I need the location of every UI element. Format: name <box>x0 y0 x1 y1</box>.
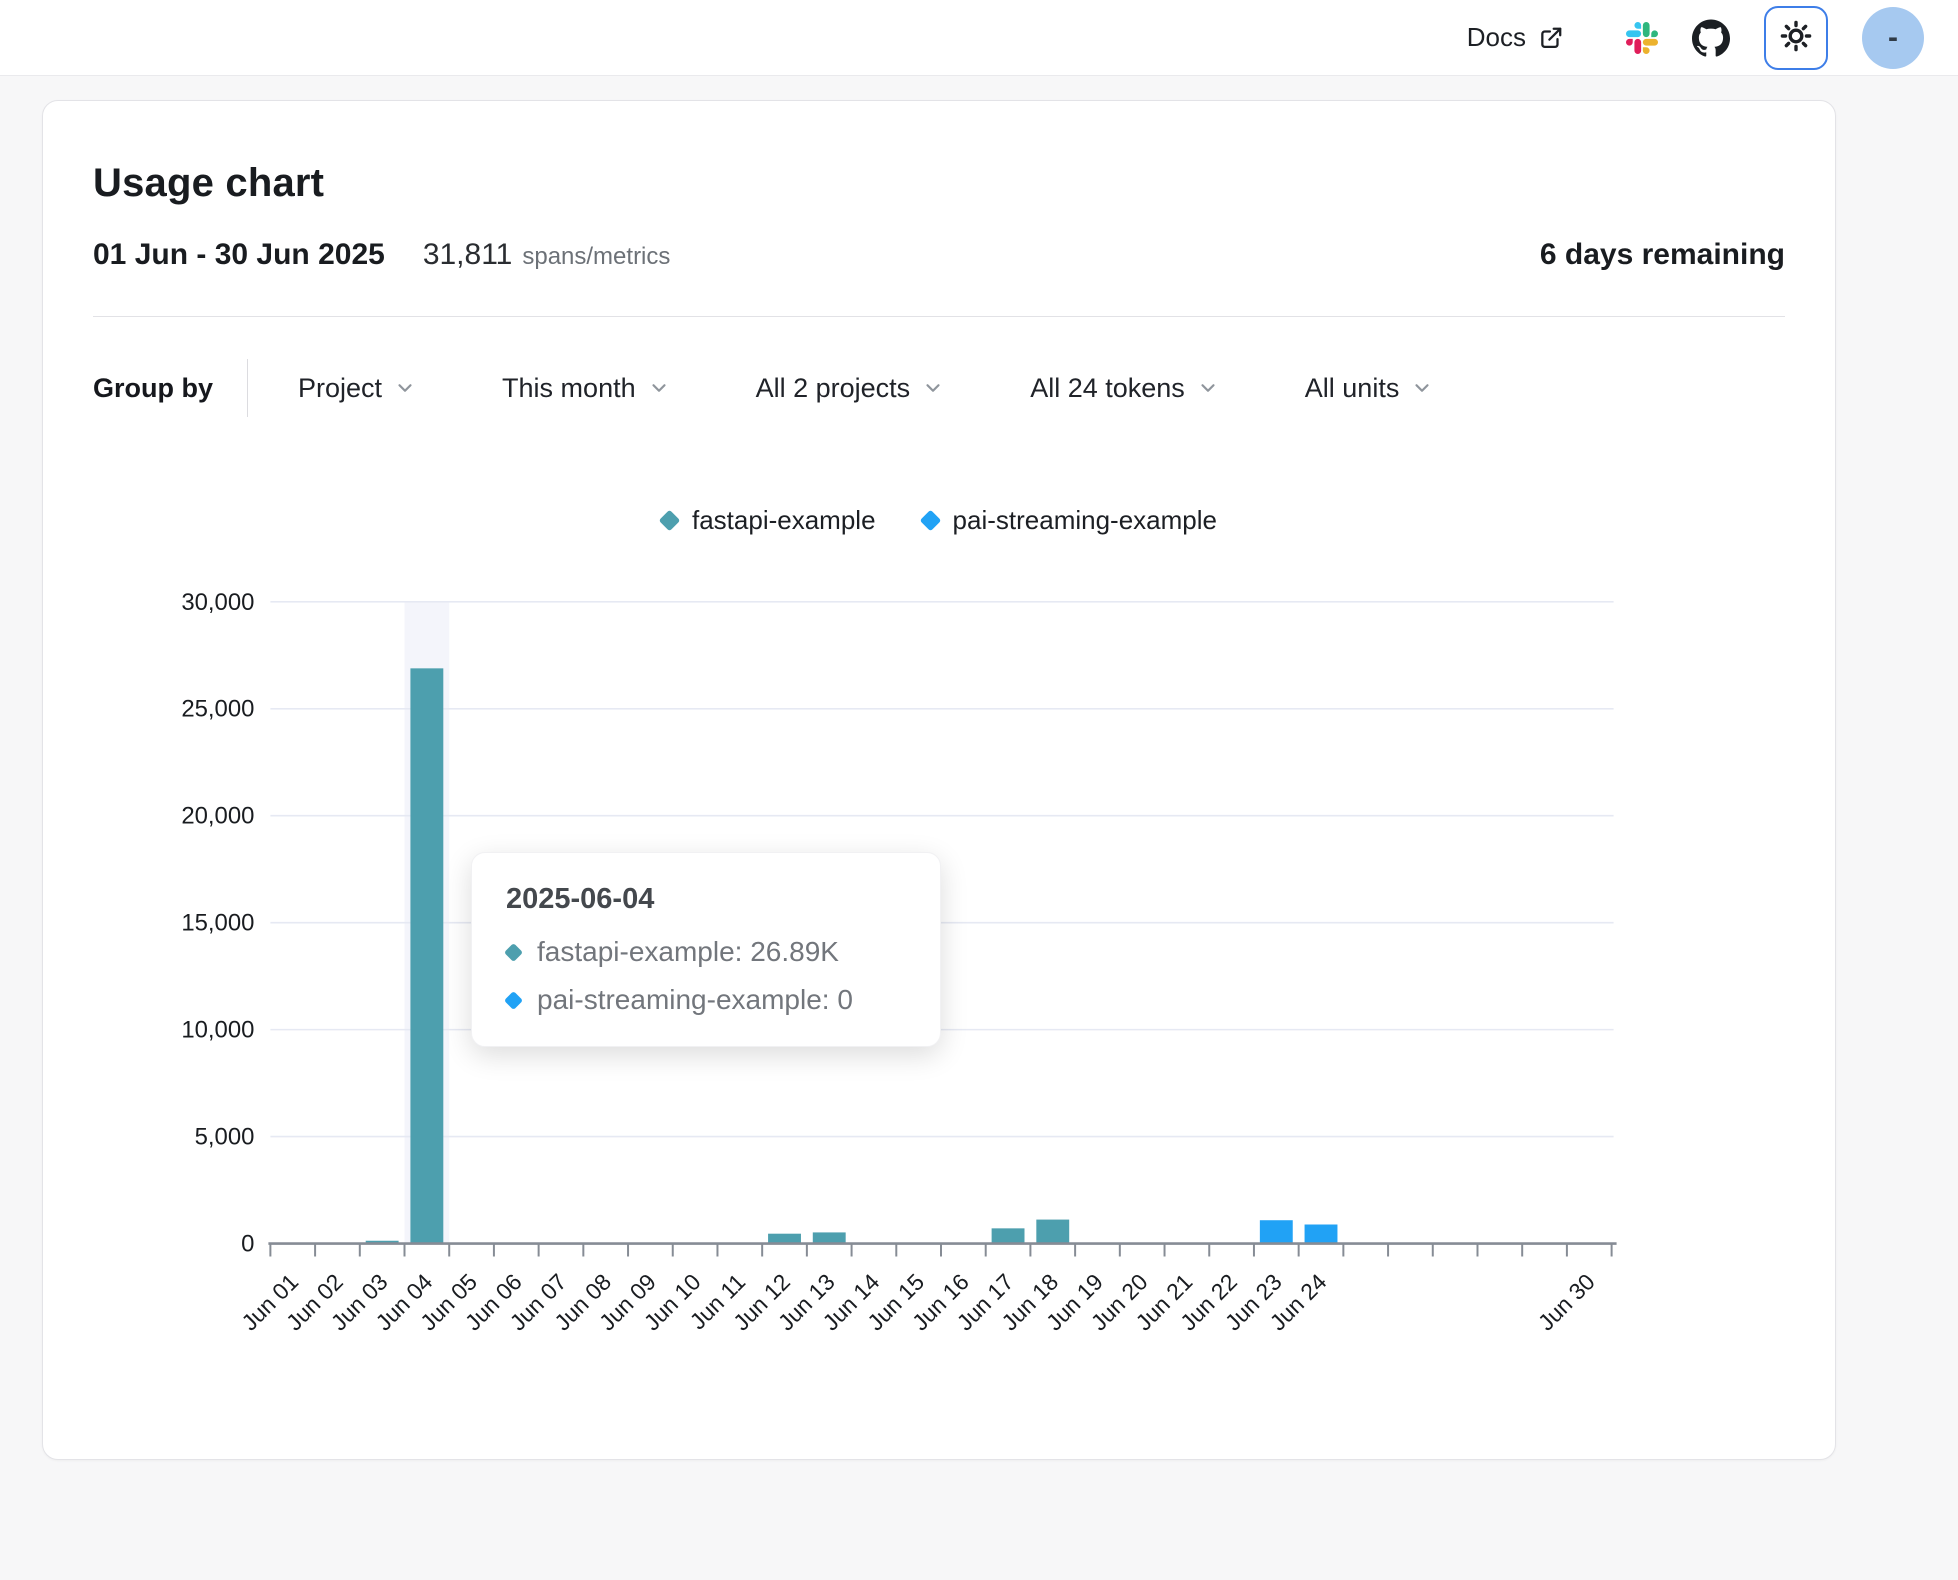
filter-row: Group by Project This month All 2 projec… <box>93 359 1785 417</box>
tooltip-date: 2025-06-04 <box>506 883 906 916</box>
sun-icon <box>1779 19 1813 56</box>
divider <box>93 316 1785 317</box>
slack-icon[interactable] <box>1626 22 1658 54</box>
total-count: 31,811 <box>423 238 513 272</box>
units-select-value: All units <box>1305 373 1400 404</box>
days-remaining: 6 days remaining <box>1540 238 1785 272</box>
tooltip-row-label: pai-streaming-example: 0 <box>537 984 853 1016</box>
legend-item[interactable]: pai-streaming-example <box>922 505 1217 536</box>
tokens-select[interactable]: All 24 tokens <box>1030 373 1219 404</box>
chart-legend: fastapi-example pai-streaming-example <box>93 505 1785 536</box>
avatar[interactable]: - <box>1862 7 1924 69</box>
usage-card: Usage chart 01 Jun - 30 Jun 2025 31,811 … <box>42 100 1836 1460</box>
tooltip-row: pai-streaming-example: 0 <box>506 984 906 1016</box>
svg-text:20,000: 20,000 <box>181 803 254 830</box>
external-link-icon <box>1538 25 1564 51</box>
legend-item[interactable]: fastapi-example <box>661 505 876 536</box>
chevron-down-icon <box>1197 377 1219 399</box>
tooltip-row-label: fastapi-example: 26.89K <box>537 936 839 968</box>
tooltip-diamond-icon <box>504 942 523 961</box>
projects-select[interactable]: All 2 projects <box>756 373 945 404</box>
tooltip-row: fastapi-example: 26.89K <box>506 936 906 968</box>
svg-text:0: 0 <box>241 1231 254 1258</box>
page-title: Usage chart <box>93 161 1785 206</box>
svg-text:30,000: 30,000 <box>181 589 254 616</box>
chart-tooltip: 2025-06-04 fastapi-example: 26.89K pai-st… <box>471 852 941 1047</box>
legend-label: fastapi-example <box>692 505 876 536</box>
chart-area: 0 5,000 10,000 15,000 20,000 25,000 30,000 Jun … <box>93 552 1785 1399</box>
group-by-label: Group by <box>93 373 213 404</box>
period-select-value: This month <box>502 373 636 404</box>
legend-diamond-icon <box>659 510 681 532</box>
svg-text:10,000: 10,000 <box>181 1017 254 1044</box>
tooltip-diamond-icon <box>504 990 523 1009</box>
tooltip-rows: fastapi-example: 26.89K pai-streaming-exa… <box>506 936 906 1016</box>
github-icon[interactable] <box>1692 19 1730 57</box>
legend-diamond-icon <box>919 510 941 532</box>
topbar: Docs <box>0 0 1958 76</box>
period-select[interactable]: This month <box>502 373 670 404</box>
date-range: 01 Jun - 30 Jun 2025 <box>93 238 385 272</box>
svg-text:5,000: 5,000 <box>195 1124 255 1151</box>
chevron-down-icon <box>1411 377 1433 399</box>
legend-label: pai-streaming-example <box>953 505 1217 536</box>
chevron-down-icon <box>648 377 670 399</box>
svg-text:25,000: 25,000 <box>181 696 254 723</box>
docs-label: Docs <box>1467 22 1526 53</box>
tokens-select-value: All 24 tokens <box>1030 373 1185 404</box>
svg-text:Jun 30: Jun 30 <box>1533 1269 1600 1336</box>
docs-link[interactable]: Docs <box>1467 22 1564 53</box>
projects-select-value: All 2 projects <box>756 373 911 404</box>
vertical-divider <box>247 359 248 417</box>
total-unit: spans/metrics <box>522 243 670 271</box>
theme-toggle-button[interactable] <box>1764 6 1828 70</box>
chevron-down-icon <box>394 377 416 399</box>
units-select[interactable]: All units <box>1305 373 1434 404</box>
group-by-select-value: Project <box>298 373 382 404</box>
group-by-select[interactable]: Project <box>298 373 416 404</box>
usage-summary-row: 01 Jun - 30 Jun 2025 31,811 spans/metric… <box>93 238 1785 272</box>
svg-text:15,000: 15,000 <box>181 910 254 937</box>
chevron-down-icon <box>922 377 944 399</box>
